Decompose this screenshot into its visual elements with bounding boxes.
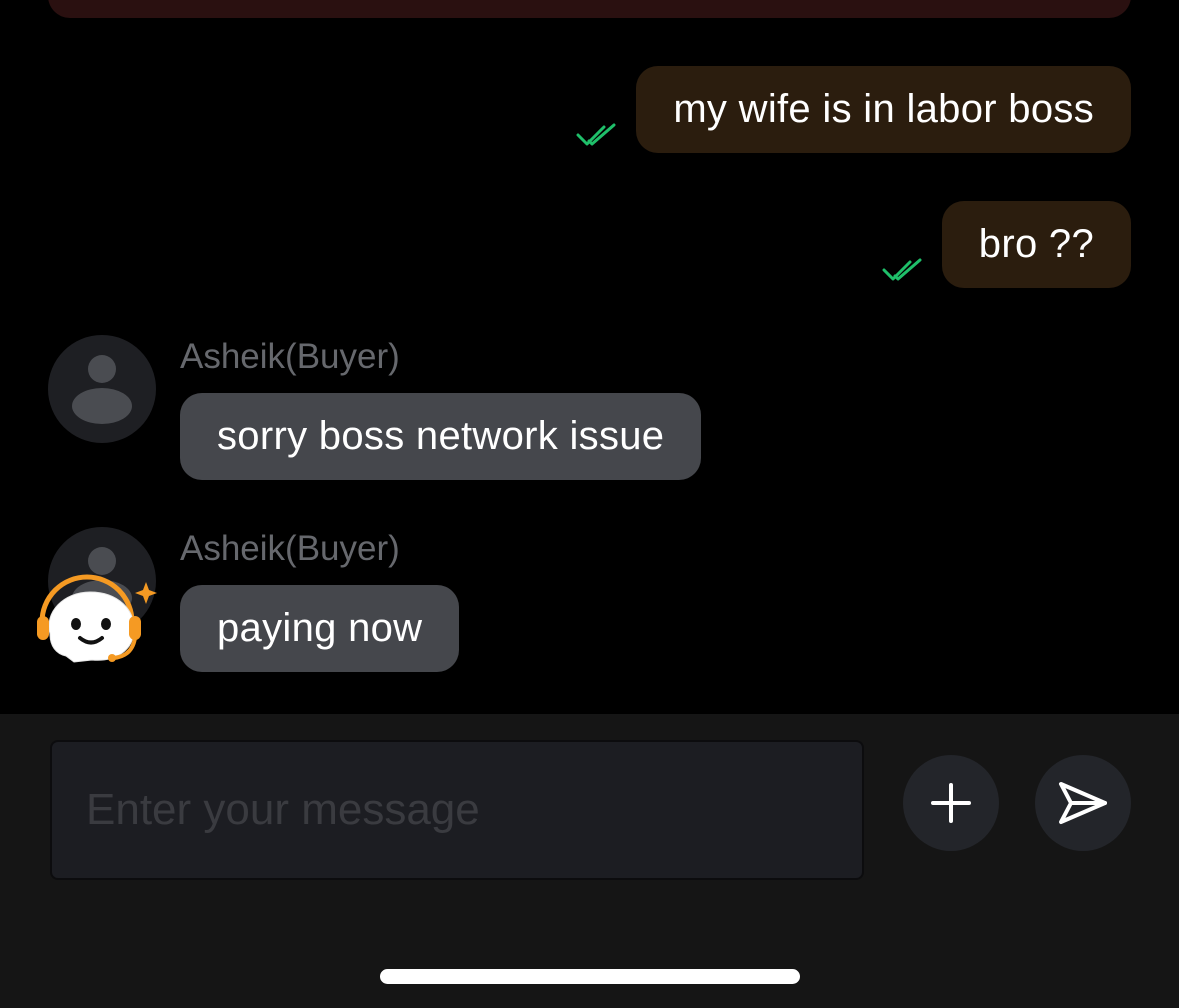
double-check-icon (576, 123, 616, 146)
outgoing-message: bro ?? (882, 201, 1131, 288)
send-icon (1059, 782, 1107, 824)
home-indicator[interactable] (380, 969, 800, 984)
attach-button[interactable] (903, 755, 999, 851)
message-input[interactable] (52, 742, 862, 878)
message-text: sorry boss network issue (180, 393, 702, 480)
avatar[interactable] (48, 335, 156, 443)
message-input-box[interactable] (50, 740, 864, 880)
sender-name: Asheik(Buyer) (180, 337, 400, 376)
previous-message-bubble (48, 0, 1131, 18)
double-check-icon (882, 258, 922, 281)
send-button[interactable] (1035, 755, 1131, 851)
support-mascot-icon[interactable] (34, 572, 160, 666)
message-text: paying now (180, 585, 460, 672)
outgoing-message: my wife is in labor boss (576, 66, 1131, 153)
incoming-message: Asheik(Buyer) sorry boss network issue (48, 335, 1048, 485)
incoming-message: Asheik(Buyer) paying now (48, 527, 1048, 677)
message-text: my wife is in labor boss (636, 66, 1131, 153)
message-text: bro ?? (941, 201, 1131, 288)
user-icon (72, 355, 132, 424)
composer-bar (0, 714, 1179, 1008)
plus-icon (931, 783, 971, 823)
sender-name: Asheik(Buyer) (180, 529, 400, 568)
